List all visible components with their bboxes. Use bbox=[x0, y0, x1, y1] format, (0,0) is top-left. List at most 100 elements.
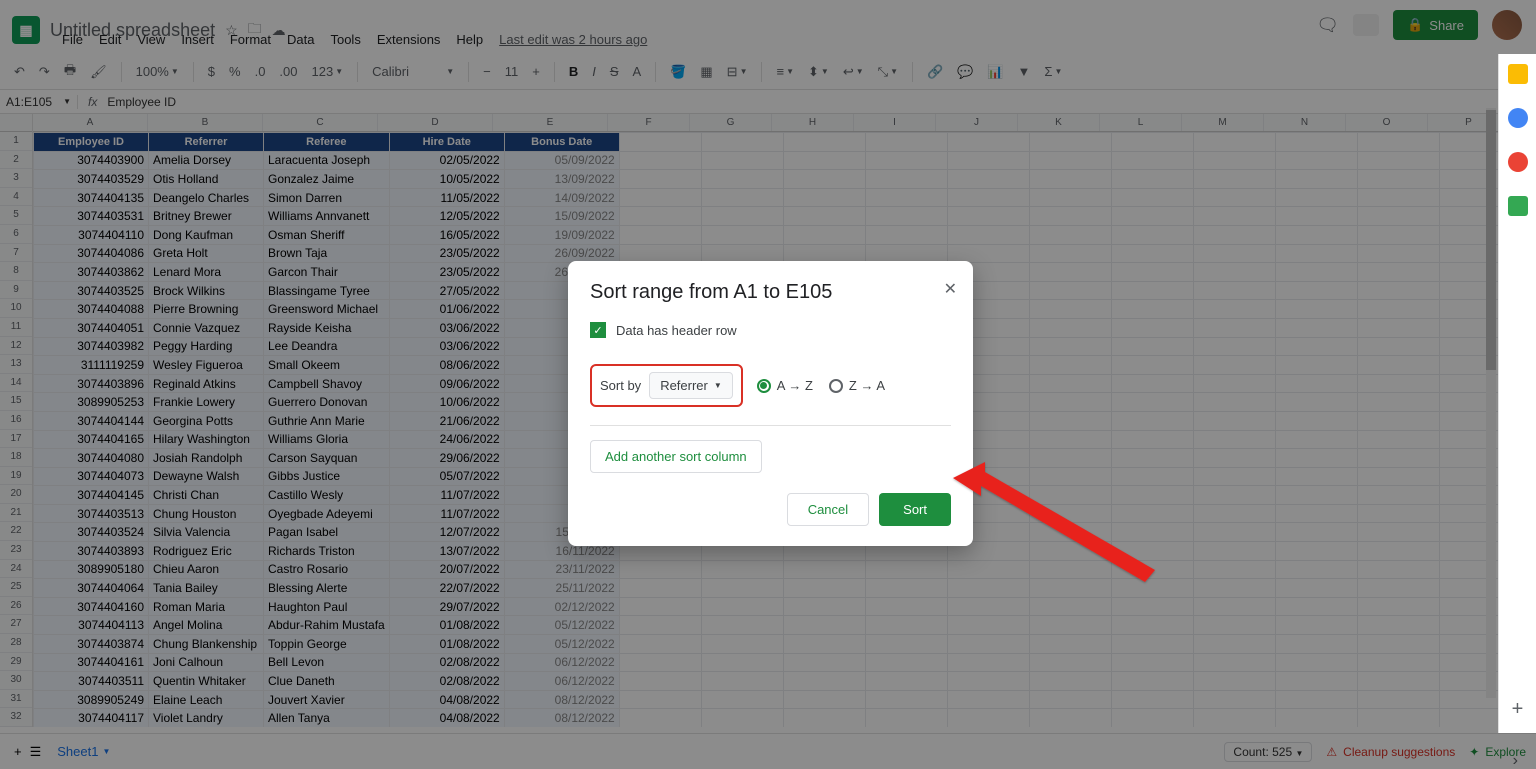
cell[interactable] bbox=[1029, 616, 1111, 635]
cell[interactable] bbox=[1111, 486, 1193, 505]
cell[interactable]: 05/07/2022 bbox=[389, 467, 504, 486]
cell[interactable] bbox=[1357, 616, 1439, 635]
row-header[interactable]: 22 bbox=[0, 522, 32, 541]
cell[interactable] bbox=[1193, 207, 1275, 226]
cell[interactable] bbox=[1029, 393, 1111, 412]
cell[interactable] bbox=[1193, 300, 1275, 319]
close-icon[interactable]: ✕ bbox=[944, 279, 957, 299]
cell[interactable] bbox=[1111, 504, 1193, 523]
cell[interactable]: Wesley Figueroa bbox=[149, 356, 264, 375]
cell[interactable]: 03/06/2022 bbox=[389, 337, 504, 356]
cell[interactable]: 23/05/2022 bbox=[389, 244, 504, 263]
cell[interactable] bbox=[1193, 281, 1275, 300]
cell[interactable]: 09/06/2022 bbox=[389, 374, 504, 393]
row-header[interactable]: 3 bbox=[0, 169, 32, 188]
cell[interactable] bbox=[1029, 579, 1111, 598]
add-sheet-icon[interactable]: + bbox=[10, 742, 26, 761]
row-header[interactable]: 12 bbox=[0, 337, 32, 356]
menu-edit[interactable]: Edit bbox=[93, 30, 127, 49]
cell[interactable] bbox=[947, 560, 1029, 579]
cell[interactable]: Abdur-Rahim Mustafa bbox=[264, 616, 390, 635]
cell[interactable] bbox=[1111, 579, 1193, 598]
cell[interactable] bbox=[1357, 672, 1439, 691]
add-addon-icon[interactable]: + bbox=[1508, 699, 1528, 719]
cell[interactable] bbox=[947, 635, 1029, 654]
cell[interactable] bbox=[947, 225, 1029, 244]
cell[interactable]: Britney Brewer bbox=[149, 207, 264, 226]
row-header[interactable]: 21 bbox=[0, 504, 32, 523]
cell[interactable] bbox=[1193, 523, 1275, 542]
cell[interactable] bbox=[1111, 207, 1193, 226]
bold-icon[interactable]: B bbox=[565, 62, 582, 81]
cell[interactable] bbox=[1193, 672, 1275, 691]
cell[interactable]: Hilary Washington bbox=[149, 430, 264, 449]
cell[interactable] bbox=[1275, 653, 1357, 672]
cell[interactable] bbox=[1029, 635, 1111, 654]
menu-view[interactable]: View bbox=[131, 30, 171, 49]
link-icon[interactable]: 🔗 bbox=[923, 62, 947, 82]
cell[interactable]: 12/05/2022 bbox=[389, 207, 504, 226]
cell[interactable] bbox=[1275, 449, 1357, 468]
cell[interactable] bbox=[1029, 542, 1111, 561]
cell[interactable] bbox=[1357, 449, 1439, 468]
name-box[interactable]: A1:E105▼ bbox=[0, 95, 78, 109]
cell[interactable] bbox=[1193, 635, 1275, 654]
cell[interactable] bbox=[1193, 374, 1275, 393]
cell[interactable]: Castillo Wesly bbox=[264, 486, 390, 505]
cell[interactable] bbox=[1275, 672, 1357, 691]
cell[interactable] bbox=[1111, 411, 1193, 430]
cell[interactable] bbox=[1029, 523, 1111, 542]
cell[interactable] bbox=[1357, 263, 1439, 282]
font-size[interactable]: 11 bbox=[501, 62, 523, 81]
cell[interactable] bbox=[1357, 486, 1439, 505]
cell[interactable] bbox=[1275, 263, 1357, 282]
cell[interactable] bbox=[1029, 337, 1111, 356]
cell[interactable] bbox=[865, 653, 947, 672]
cell[interactable]: 3074404086 bbox=[34, 244, 149, 263]
cell[interactable] bbox=[1029, 690, 1111, 709]
cell[interactable]: 26/09/2022 bbox=[504, 244, 619, 263]
cell[interactable] bbox=[947, 690, 1029, 709]
merge-icon[interactable]: ⊟ ▼ bbox=[723, 62, 752, 82]
cell[interactable] bbox=[619, 709, 701, 727]
cell[interactable] bbox=[947, 207, 1029, 226]
cell[interactable] bbox=[1111, 318, 1193, 337]
cell[interactable] bbox=[1357, 337, 1439, 356]
cell[interactable] bbox=[1275, 486, 1357, 505]
undo-icon[interactable]: ↶ bbox=[10, 62, 29, 82]
cell[interactable] bbox=[1193, 318, 1275, 337]
cell[interactable] bbox=[1275, 318, 1357, 337]
cell[interactable] bbox=[783, 560, 865, 579]
row-header[interactable]: 14 bbox=[0, 374, 32, 393]
sort-column-select[interactable]: Referrer ▼ bbox=[649, 372, 733, 399]
cell[interactable]: Haughton Paul bbox=[264, 597, 390, 616]
row-header[interactable]: 26 bbox=[0, 597, 32, 616]
cell[interactable] bbox=[1357, 374, 1439, 393]
cell[interactable] bbox=[1111, 542, 1193, 561]
cell[interactable]: Chieu Aaron bbox=[149, 560, 264, 579]
cell[interactable]: 11/07/2022 bbox=[389, 486, 504, 505]
cell[interactable] bbox=[1357, 467, 1439, 486]
cell[interactable] bbox=[783, 690, 865, 709]
cell[interactable] bbox=[701, 579, 783, 598]
cell[interactable] bbox=[1111, 467, 1193, 486]
cell[interactable]: Williams Annvanett bbox=[264, 207, 390, 226]
cell[interactable] bbox=[1275, 411, 1357, 430]
cell[interactable] bbox=[1275, 616, 1357, 635]
tasks-icon[interactable] bbox=[1508, 108, 1528, 128]
print-icon[interactable]: 🖶 bbox=[60, 59, 80, 85]
row-header[interactable]: 2 bbox=[0, 151, 32, 170]
cell[interactable] bbox=[947, 170, 1029, 189]
cell[interactable]: 3089905253 bbox=[34, 393, 149, 412]
menu-extensions[interactable]: Extensions bbox=[371, 30, 447, 49]
filter-icon[interactable]: ▼ bbox=[1014, 62, 1035, 81]
cell[interactable] bbox=[619, 225, 701, 244]
cancel-button[interactable]: Cancel bbox=[787, 493, 869, 526]
cell[interactable]: 3074403531 bbox=[34, 207, 149, 226]
cell[interactable] bbox=[1357, 393, 1439, 412]
cell[interactable] bbox=[1275, 635, 1357, 654]
header-row-checkbox[interactable]: ✓ bbox=[590, 322, 606, 338]
cell[interactable] bbox=[783, 207, 865, 226]
zoom-select[interactable]: 100% ▼ bbox=[132, 62, 183, 81]
font-select[interactable]: Calibri ▼ bbox=[368, 62, 458, 81]
